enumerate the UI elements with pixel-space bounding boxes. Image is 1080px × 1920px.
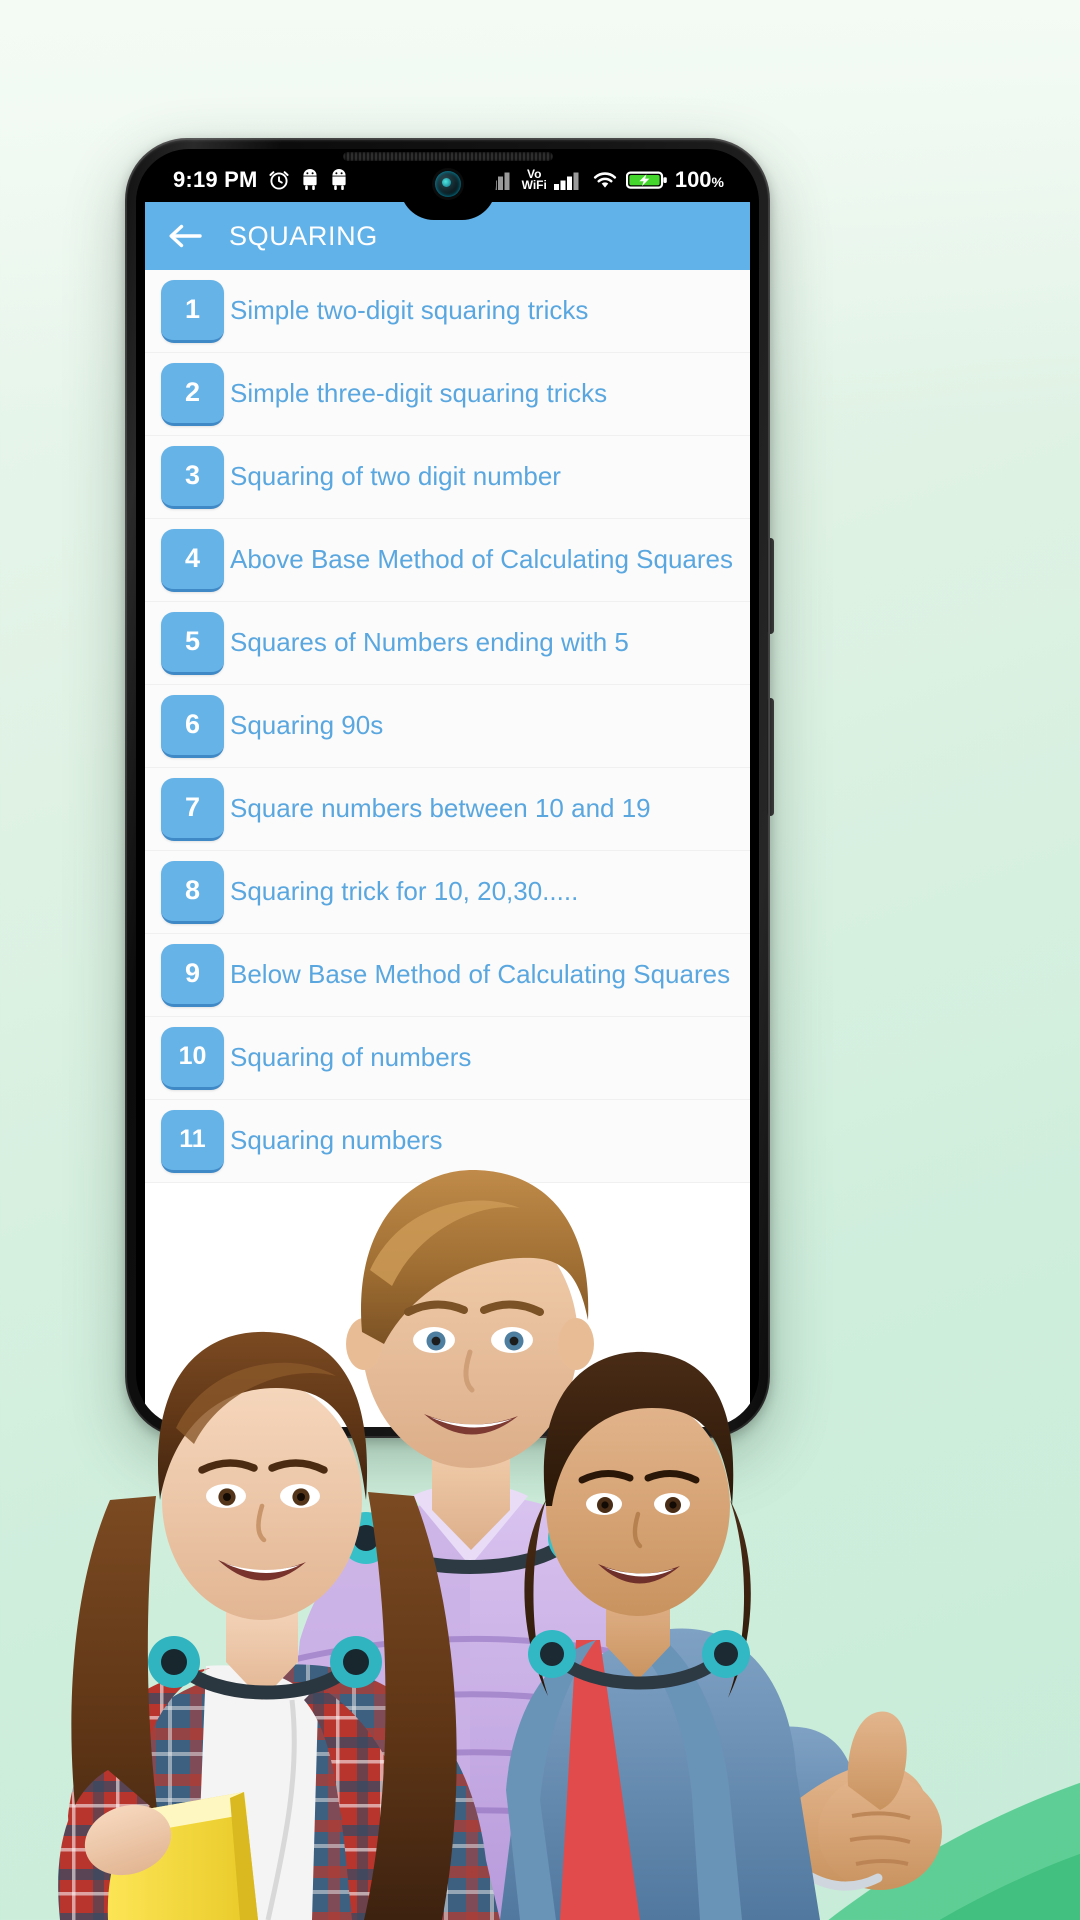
list-item[interactable]: 1 Simple two-digit squaring tricks <box>145 270 750 352</box>
list-item-number: 6 <box>161 694 224 758</box>
android-robot-icon <box>300 169 320 191</box>
list-divider <box>145 1182 750 1183</box>
list-item-label: Squares of Numbers ending with 5 <box>230 627 629 658</box>
list-item[interactable]: 7 Square numbers between 10 and 19 <box>145 768 750 850</box>
list-item[interactable]: 6 Squaring 90s <box>145 685 750 767</box>
list-item[interactable]: 5 Squares of Numbers ending with 5 <box>145 602 750 684</box>
list-item-number: 3 <box>161 445 224 509</box>
list-item-label: Squaring 90s <box>230 710 384 741</box>
front-camera-icon <box>434 171 461 197</box>
battery-percent-label: 100% <box>675 167 724 193</box>
earpiece-speaker <box>342 152 553 161</box>
list-item-number: 1 <box>161 279 224 343</box>
signal-bars-icon <box>553 169 584 191</box>
list-item-number: 10 <box>161 1026 224 1090</box>
power-button[interactable] <box>767 698 774 816</box>
vo-wifi-icon: Vo WiFi <box>521 168 547 192</box>
volume-button[interactable] <box>767 538 774 634</box>
list-item[interactable]: 2 Simple three-digit squaring tricks <box>145 353 750 435</box>
list-item[interactable]: 3 Squaring of two digit number <box>145 436 750 518</box>
list-item-label: Square numbers between 10 and 19 <box>230 793 651 824</box>
battery-charging-icon <box>625 169 668 191</box>
yellow-book <box>84 1792 258 1920</box>
list-item-number: 11 <box>161 1109 224 1173</box>
list-item-label: Squaring of two digit number <box>230 461 561 492</box>
phone-screen: 9:19 PM Vo WiFi 100% SQUARING 1 Simple t… <box>145 158 750 1427</box>
content-area: 1 Simple two-digit squaring tricks 2 Sim… <box>145 270 750 1427</box>
page-title: SQUARING <box>229 220 378 251</box>
list-item-label: Simple two-digit squaring tricks <box>230 295 589 326</box>
list-item-number: 7 <box>161 777 224 841</box>
background-swoosh-decoration <box>440 1420 1080 1920</box>
status-bar: 9:19 PM Vo WiFi 100% <box>145 158 750 220</box>
front-camera-notch <box>399 158 496 220</box>
wifi-icon <box>591 169 619 191</box>
list-item[interactable]: 10 Squaring of numbers <box>145 1017 750 1099</box>
back-arrow-icon[interactable] <box>167 221 203 251</box>
list-item[interactable]: 11 Squaring numbers <box>145 1100 750 1182</box>
phone-device-frame: 9:19 PM Vo WiFi 100% SQUARING 1 Simple t… <box>125 138 774 1438</box>
vo-wifi-label-bottom: WiFi <box>521 178 547 192</box>
android-robot-icon <box>329 169 349 191</box>
status-bar-time: 9:19 PM <box>173 167 258 192</box>
list-item-number: 2 <box>161 362 224 426</box>
list-item[interactable]: 4 Above Base Method of Calculating Squar… <box>145 519 750 601</box>
battery-percent-value: 100 <box>674 167 712 192</box>
list-item-number: 8 <box>161 860 224 924</box>
list-item-label: Above Base Method of Calculating Squares <box>230 544 733 575</box>
battery-percent-symbol: % <box>711 174 724 190</box>
list-item[interactable]: 8 Squaring trick for 10, 20,30..... <box>145 851 750 933</box>
list-item-label: Squaring trick for 10, 20,30..... <box>230 876 579 907</box>
list-item-label: Below Base Method of Calculating Squares <box>230 959 731 990</box>
list-item-number: 5 <box>161 611 224 675</box>
list-item-label: Simple three-digit squaring tricks <box>230 378 608 409</box>
list-item[interactable]: 9 Below Base Method of Calculating Squar… <box>145 934 750 1016</box>
topic-list: 1 Simple two-digit squaring tricks 2 Sim… <box>145 270 750 1183</box>
list-item-number: 9 <box>161 943 224 1007</box>
list-item-label: Squaring of numbers <box>230 1042 472 1073</box>
alarm-clock-icon <box>267 168 291 192</box>
list-item-number: 4 <box>161 528 224 592</box>
list-item-label: Squaring numbers <box>230 1125 443 1156</box>
